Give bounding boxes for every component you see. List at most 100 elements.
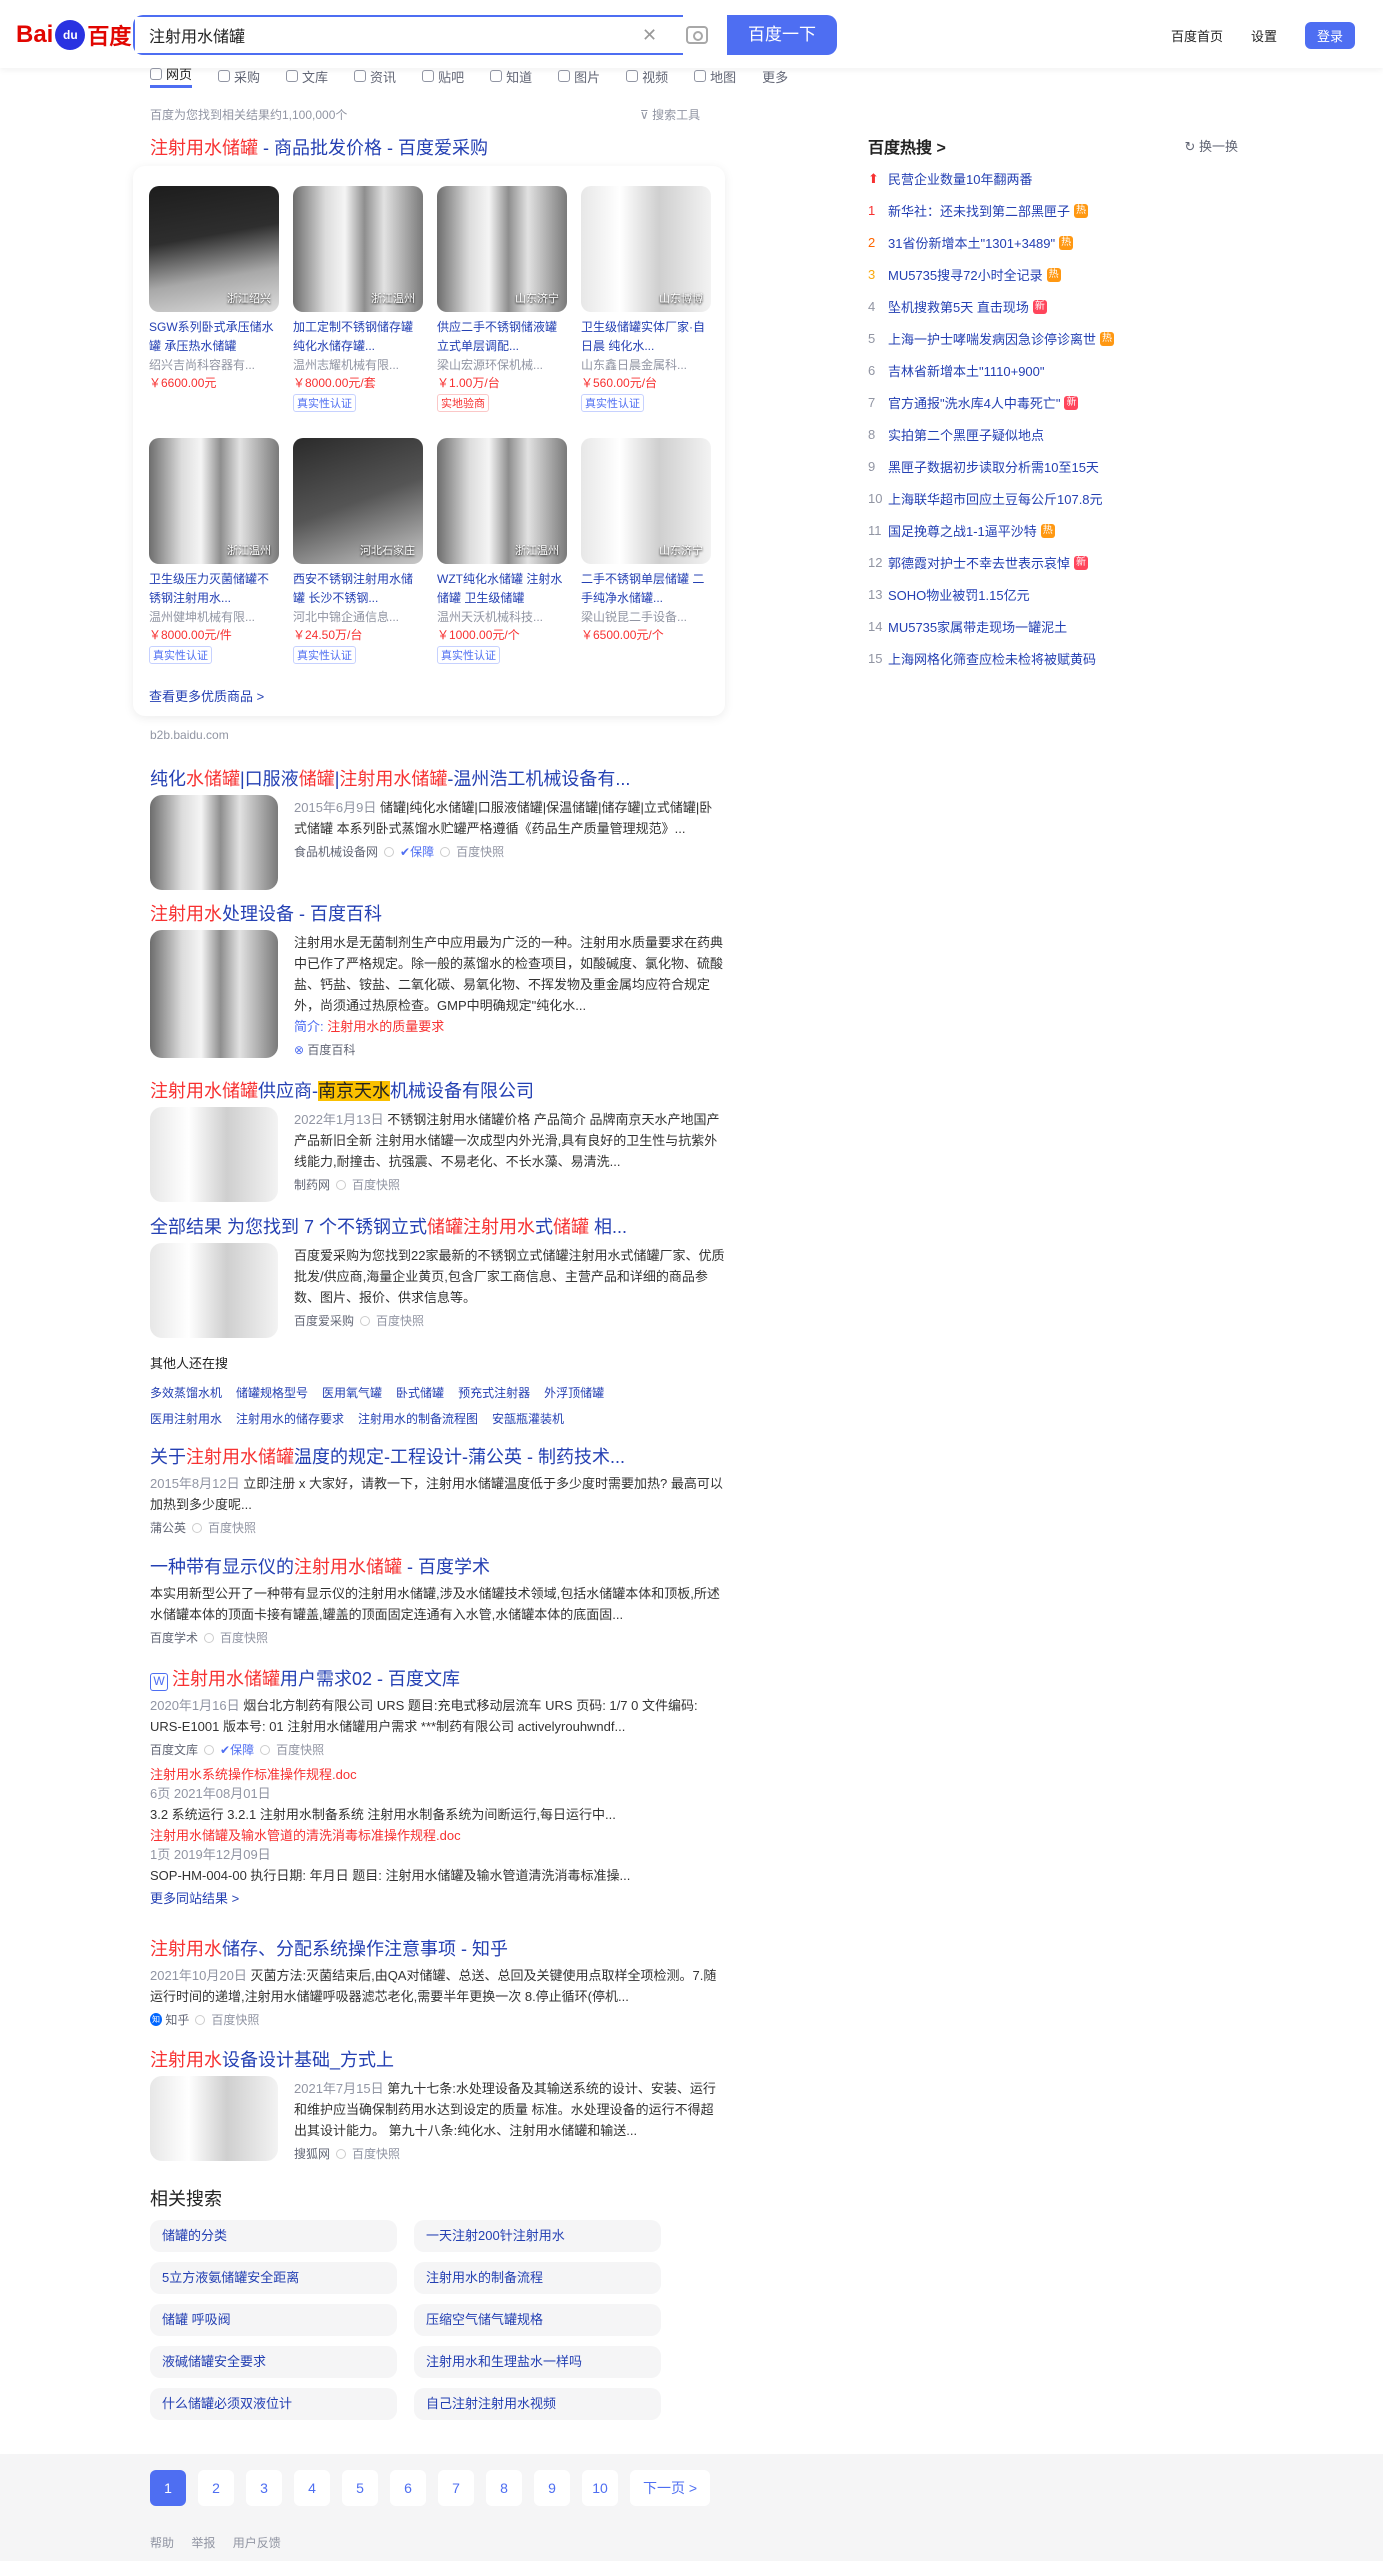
product-item[interactable]: 河北石家庄 西安不锈钢注射用水储罐 长沙不锈钢... 河北中锦企通信息... ￥24.… [293, 438, 423, 664]
result-title-link[interactable]: 纯化水储罐|口服液储罐|注射用水储罐-温州浩工机械设备有... [150, 765, 725, 791]
snapshot-link[interactable]: 百度快照 [211, 2011, 259, 2028]
related-search-item[interactable]: 5立方液氨储罐安全距离 [150, 2262, 397, 2294]
page-button[interactable]: 5 [342, 2470, 378, 2506]
search-tools-button[interactable]: ⊽ 搜索工具 [640, 106, 700, 123]
tab-map[interactable]: 地图 [694, 64, 736, 88]
camera-icon[interactable] [686, 26, 708, 44]
also-search-link[interactable]: 多效蒸馏水机 [150, 1380, 222, 1406]
more-products-link[interactable]: 查看更多优质商品 > [149, 686, 264, 705]
result-thumbnail[interactable] [150, 1107, 278, 1202]
snapshot-link[interactable]: 百度快照 [276, 1741, 324, 1758]
hot-item[interactable]: 7 官方通报"洗水库4人中毒死亡" 新 [868, 393, 1079, 412]
search-button[interactable]: 百度一下 [727, 15, 837, 55]
result-title-link[interactable]: 注射用水储罐供应商-南京天水机械设备有限公司 [150, 1077, 725, 1103]
search-input[interactable] [135, 17, 595, 53]
hot-item[interactable]: 9 黑匣子数据初步读取分析需10至15天 [868, 457, 1099, 476]
related-search-item[interactable]: 注射用水的制备流程 [414, 2262, 661, 2294]
login-button[interactable]: 登录 [1304, 22, 1355, 49]
hot-item[interactable]: 5 上海一护士哮喘发病因急诊停诊离世热 [868, 329, 1115, 348]
product-item[interactable]: 山东博博 卫生级储罐实体厂家·自日晨 纯化水... 山东鑫日晨金属科... ￥560.… [581, 186, 711, 412]
more-site-results-link[interactable]: 更多同站结果 > [150, 1888, 725, 1907]
tab-purchase[interactable]: 采购 [218, 64, 260, 88]
refresh-button[interactable]: ↻ 换一换 [1184, 136, 1238, 155]
help-link[interactable]: 帮助 [150, 2536, 174, 2550]
hot-item[interactable]: 1 新华社：还未找到第二部黑匣子热 [868, 201, 1089, 220]
related-search-item[interactable]: 储罐的分类 [150, 2220, 397, 2252]
sub-link[interactable]: 注射用水的质量要求 [327, 1019, 444, 1034]
snapshot-link[interactable]: 百度快照 [208, 1519, 256, 1536]
tab-tieba[interactable]: 贴吧 [422, 64, 464, 88]
page-button[interactable]: 8 [486, 2470, 522, 2506]
baidu-home-link[interactable]: 百度首页 [1171, 26, 1223, 45]
result-title-link[interactable]: 全部结果 为您找到 7 个不锈钢立式储罐注射用水式储罐 相... [150, 1213, 725, 1239]
page-button[interactable]: 1 [150, 2470, 186, 2506]
tab-more[interactable]: 更多 [762, 64, 788, 88]
page-button[interactable]: 6 [390, 2470, 426, 2506]
related-search-item[interactable]: 压缩空气储气罐规格 [414, 2304, 661, 2336]
also-search-link[interactable]: 医用注射用水 [150, 1406, 222, 1432]
tab-images[interactable]: 图片 [558, 64, 600, 88]
page-button[interactable]: 7 [438, 2470, 474, 2506]
also-search-link[interactable]: 安瓿瓶灌装机 [492, 1406, 564, 1432]
product-item[interactable]: 浙江温州 卫生级压力灭菌储罐不锈钢注射用水... 温州健坤机械有限... ￥8000.… [149, 438, 279, 664]
snapshot-link[interactable]: 百度快照 [220, 1629, 268, 1646]
product-item[interactable]: 山东济宁 二手不锈钢单层储罐 二手纯净水储罐... 梁山锐昆二手设备... ￥6500… [581, 438, 711, 644]
tab-video[interactable]: 视频 [626, 64, 668, 88]
hot-item[interactable]: 2 31省份新增本土"1301+3489" 热 [868, 233, 1074, 252]
hot-item[interactable]: 10 上海联华超市回应土豆每公斤107.8元 [868, 489, 1103, 508]
result-thumbnail[interactable] [150, 1243, 278, 1338]
tab-wenku[interactable]: 文库 [286, 64, 328, 88]
hot-item[interactable]: 11 国足挽尊之战1-1逼平沙特热 [868, 521, 1055, 540]
related-search-item[interactable]: 自己注射注射用水视频 [414, 2388, 661, 2420]
page-button[interactable]: 10 [582, 2470, 618, 2506]
next-page-button[interactable]: 下一页 > [630, 2470, 710, 2506]
result-title-link[interactable]: 关于注射用水储罐温度的规定-工程设计-蒲公英 - 制药技术... [150, 1443, 725, 1469]
hot-item[interactable]: 13 SOHO物业被罚1.15亿元 [868, 585, 1030, 604]
result-thumbnail[interactable] [150, 2076, 278, 2161]
also-search-link[interactable]: 外浮顶储罐 [544, 1380, 604, 1406]
feedback-link[interactable]: 用户反馈 [233, 2536, 281, 2550]
result-title-link[interactable]: 注射用水储存、分配系统操作注意事项 - 知乎 [150, 1935, 725, 1961]
also-search-link[interactable]: 储罐规格型号 [236, 1380, 308, 1406]
page-button[interactable]: 9 [534, 2470, 570, 2506]
related-search-item[interactable]: 液碱储罐安全要求 [150, 2346, 397, 2378]
hot-item[interactable]: 4 坠机搜救第5天 直击现场新 [868, 297, 1047, 316]
result-title-link[interactable]: 一种带有显示仪的注射用水储罐 - 百度学术 [150, 1553, 725, 1579]
tab-news[interactable]: 资讯 [354, 64, 396, 88]
also-search-link[interactable]: 预充式注射器 [458, 1380, 530, 1406]
hot-item[interactable]: 6 吉林省新增本土"1110+900" [868, 361, 1045, 380]
also-search-link[interactable]: 注射用水的制备流程图 [358, 1406, 478, 1432]
snapshot-link[interactable]: 百度快照 [352, 2145, 400, 2162]
hot-item[interactable]: 3 MU5735搜寻72小时全记录热 [868, 265, 1061, 284]
snapshot-link[interactable]: 百度快照 [376, 1312, 424, 1329]
related-search-item[interactable]: 一天注射200针注射用水 [414, 2220, 661, 2252]
doc-link[interactable]: 注射用水系统操作标准操作规程.doc [150, 1764, 725, 1783]
related-search-item[interactable]: 储罐 呼吸阀 [150, 2304, 397, 2336]
hot-item[interactable]: 15 上海网格化筛查应检未检将被赋黄码 [868, 649, 1096, 668]
result-thumbnail[interactable] [150, 795, 278, 890]
snapshot-link[interactable]: 百度快照 [352, 1176, 400, 1193]
clear-icon[interactable]: ✕ [642, 26, 658, 44]
related-search-item[interactable]: 什么储罐必须双液位计 [150, 2388, 397, 2420]
tab-web[interactable]: 网页 [150, 64, 193, 88]
result-title-link[interactable]: 注射用水处理设备 - 百度百科 [150, 900, 725, 926]
result-thumbnail[interactable] [150, 930, 278, 1058]
hot-item[interactable]: ⬆ 民营企业数量10年翻两番 [868, 169, 1032, 188]
b2b-title-link[interactable]: 注射用水储罐 - 商品批发价格 - 百度爱采购 [150, 134, 725, 160]
product-item[interactable]: 浙江绍兴 SGW系列卧式承压储水罐 承压热水储罐 绍兴吉尚科容器有... ￥6600.… [149, 186, 279, 392]
product-item[interactable]: 山东济宁 供应二手不锈钢储液罐 立式单层调配... 梁山宏源环保机械... ￥1.00… [437, 186, 567, 412]
hot-item[interactable]: 14 MU5735家属带走现场一罐泥土 [868, 617, 1067, 636]
report-link[interactable]: 举报 [191, 2536, 215, 2550]
page-button[interactable]: 4 [294, 2470, 330, 2506]
also-search-link[interactable]: 卧式储罐 [396, 1380, 444, 1406]
page-button[interactable]: 3 [246, 2470, 282, 2506]
hot-item[interactable]: 12 郭德霞对护士不幸去世表示哀悼新 [868, 553, 1089, 572]
related-search-item[interactable]: 注射用水和生理盐水一样吗 [414, 2346, 661, 2378]
doc-link[interactable]: 注射用水储罐及输水管道的清洗消毒标准操作规程.doc [150, 1825, 725, 1844]
page-button[interactable]: 2 [198, 2470, 234, 2506]
baidu-logo[interactable]: Bai du 百度 [16, 18, 131, 52]
snapshot-link[interactable]: 百度快照 [456, 843, 504, 860]
also-search-link[interactable]: 注射用水的储存要求 [236, 1406, 344, 1432]
product-item[interactable]: 浙江温州 WZT纯化水储罐 注射水储罐 卫生级储罐 温州天沃机械科技... ￥1000… [437, 438, 567, 664]
tab-zhidao[interactable]: 知道 [490, 64, 532, 88]
